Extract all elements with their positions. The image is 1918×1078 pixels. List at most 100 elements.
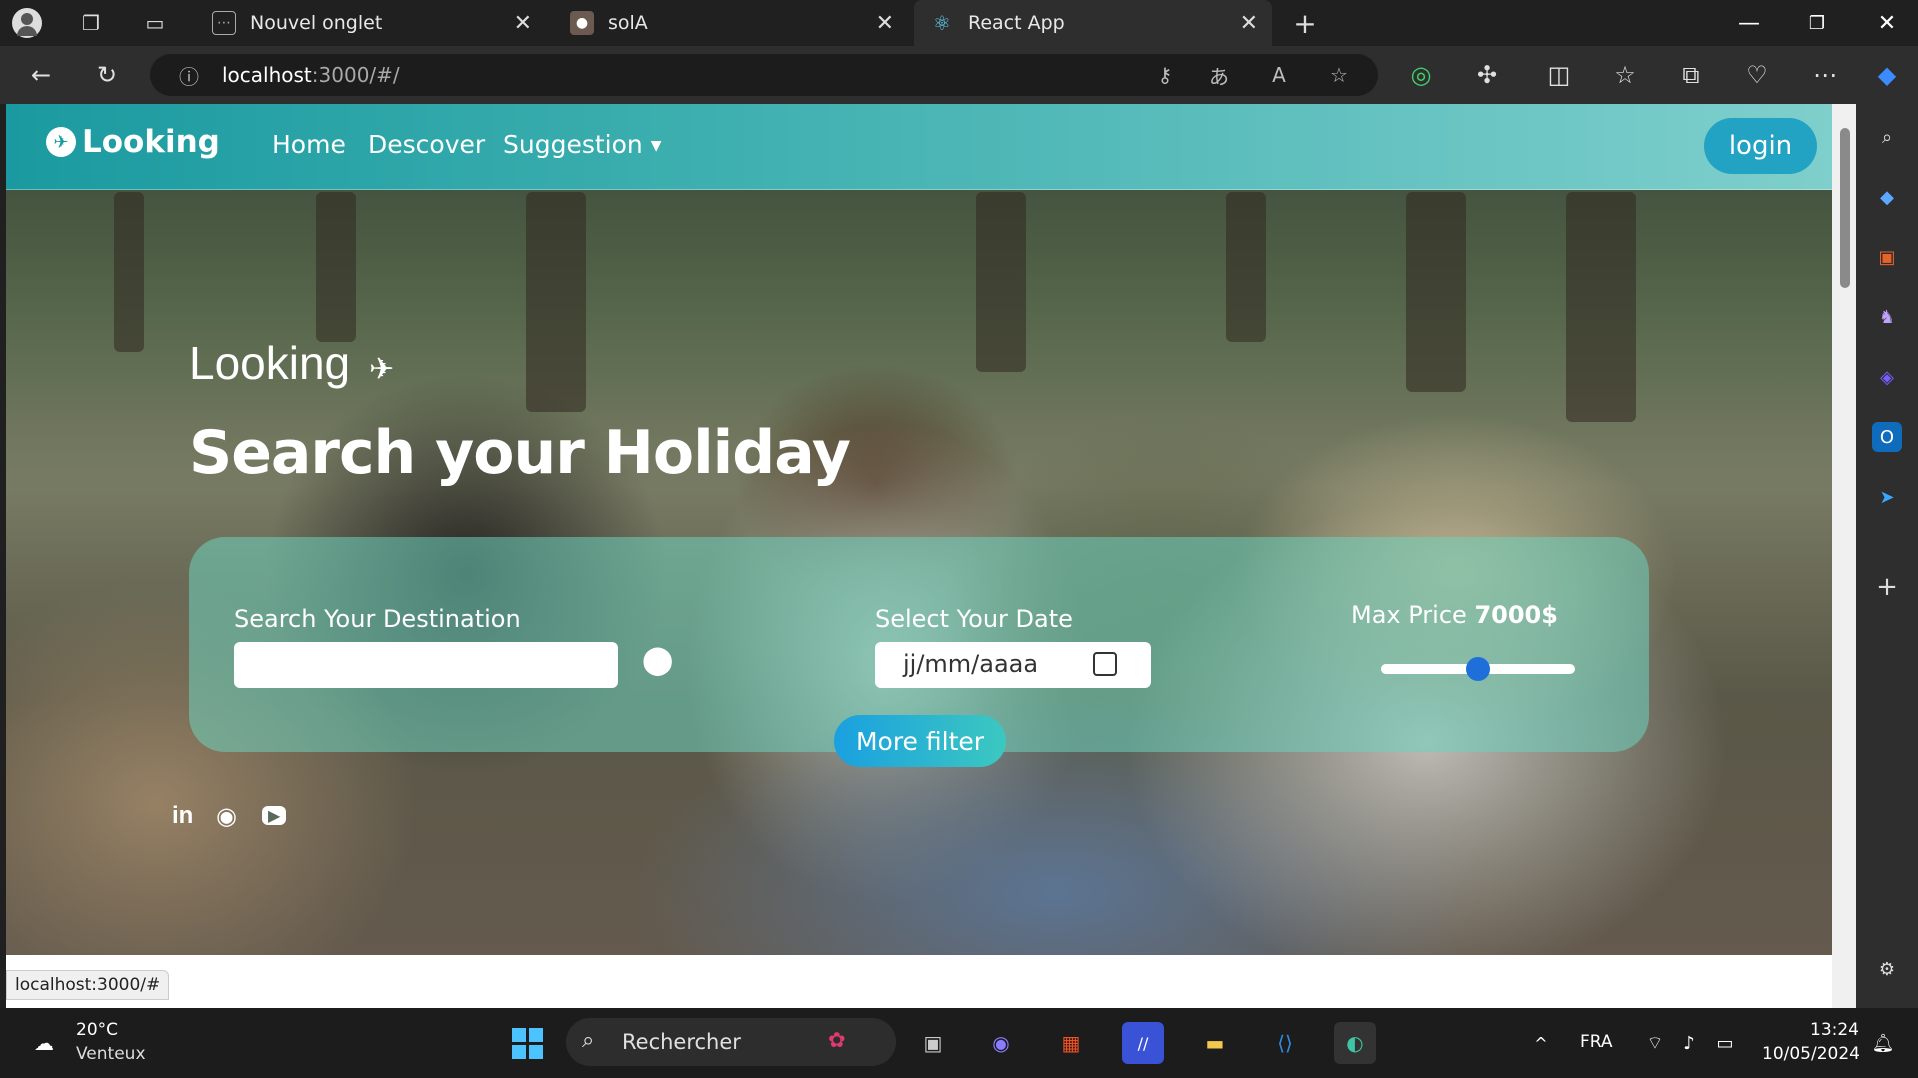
clock-date[interactable]: 10/05/2024 — [1762, 1044, 1860, 1064]
minimize-icon[interactable]: — — [1714, 0, 1784, 46]
search-icon[interactable]: ⌕ — [1872, 122, 1902, 152]
page-viewport: ✈ Looking Home Descover Suggestion ▼ log… — [6, 104, 1856, 1008]
date-input[interactable]: jj/mm/aaaa — [875, 642, 1151, 688]
back-icon[interactable]: ← — [22, 56, 60, 94]
search-highlight-icon: ✿ — [828, 1028, 846, 1052]
caret-down-icon: ▼ — [650, 138, 662, 154]
new-tab-plus-icon[interactable]: + — [1288, 6, 1322, 40]
nav-discover[interactable]: Descover — [368, 130, 485, 159]
vscode-icon[interactable]: ⟨⟩ — [1264, 1022, 1306, 1064]
file-explorer-icon[interactable]: ▬ — [1194, 1022, 1236, 1064]
browser-essentials-icon[interactable]: ♡ — [1738, 56, 1776, 94]
destination-label: Search Your Destination — [234, 605, 521, 633]
split-screen-icon[interactable]: ◫ — [1540, 56, 1578, 94]
nav-home[interactable]: Home — [272, 130, 346, 159]
nav-suggestion-label: Suggestion — [503, 130, 643, 159]
site-navbar: ✈ Looking Home Descover Suggestion ▼ log… — [6, 104, 1832, 190]
globe-icon: ✈ — [46, 127, 76, 157]
brand-logo[interactable]: ✈ Looking — [46, 124, 220, 160]
url-text: localhost:3000/#/ — [222, 63, 400, 87]
taskbar-search[interactable]: ⌕ Rechercher ✿ — [566, 1018, 896, 1066]
tab-title: Nouvel onglet — [250, 12, 383, 34]
favorite-star-icon[interactable]: ☆ — [1324, 60, 1354, 90]
more-menu-icon[interactable]: ⋯ — [1806, 56, 1844, 94]
login-button[interactable]: login — [1704, 118, 1817, 174]
send-icon[interactable]: ➤ — [1872, 482, 1902, 512]
windows-taskbar: ☁ 20°C Venteux ⌕ Rechercher ✿ ▣ ◉ ▦ // ▬… — [0, 1008, 1918, 1078]
notification-bell-icon[interactable]: 🔔︎ — [1862, 1022, 1904, 1064]
tag-icon[interactable]: ◆ — [1872, 182, 1902, 212]
tab-sola[interactable]: ● solA ✕ — [554, 0, 908, 46]
scrollbar-thumb[interactable] — [1840, 128, 1850, 288]
tab-new-tab[interactable]: ⋯ Nouvel onglet ✕ — [196, 0, 546, 46]
weather-icon[interactable]: ☁ — [24, 1022, 64, 1064]
price-slider[interactable] — [1381, 657, 1575, 681]
edge-sidebar: ⌕ ◆ ▣ ♞ ◈ O ➤ + ⚙ — [1856, 104, 1918, 1008]
weather-desc: Venteux — [76, 1044, 146, 1064]
plane-icon: ✈ — [369, 352, 395, 387]
teams-icon[interactable]: ◉ — [980, 1022, 1022, 1064]
games-icon[interactable]: ♞ — [1872, 302, 1902, 332]
windows-start-icon[interactable] — [506, 1022, 548, 1064]
close-tab-icon[interactable]: ✕ — [1240, 11, 1258, 36]
close-window-icon[interactable]: ✕ — [1852, 0, 1918, 46]
refresh-icon[interactable]: ↻ — [88, 56, 126, 94]
app-icon[interactable]: // — [1122, 1022, 1164, 1064]
destination-input[interactable] — [234, 642, 618, 688]
hero-headline: Search your Holiday — [189, 418, 851, 488]
language-indicator[interactable]: FRA — [1580, 1032, 1613, 1052]
nav-suggestion[interactable]: Suggestion ▼ — [503, 130, 661, 159]
tab-title: solA — [608, 12, 648, 34]
youtube-icon[interactable]: ▶ — [262, 806, 287, 825]
copilot-sidebar-icon[interactable]: ◈ — [1872, 362, 1902, 392]
task-view-icon[interactable]: ▣ — [912, 1022, 954, 1064]
profile-icon[interactable] — [10, 6, 44, 40]
read-aloud-icon[interactable]: A — [1264, 60, 1294, 90]
browser-toolbar: ← ↻ ⓘ localhost:3000/#/ ⚷ あ A ☆ ◎ ✣ ◫ ☆ … — [0, 46, 1918, 104]
toolbox-icon[interactable]: ▣ — [1872, 242, 1902, 272]
more-filter-button[interactable]: More filter — [834, 715, 1006, 767]
tab-react-app[interactable]: ⚛ React App ✕ — [914, 0, 1272, 46]
search-panel: Search Your Destination ⬤ Select Your Da… — [189, 537, 1649, 767]
search-glass-icon: ⌕ — [582, 1028, 595, 1053]
restore-icon[interactable]: ❐ — [1782, 0, 1852, 46]
outlook-icon[interactable]: O — [1872, 422, 1902, 452]
favorites-icon[interactable]: ☆ — [1606, 56, 1644, 94]
add-sidebar-icon[interactable]: + — [1872, 572, 1902, 602]
page-scrollbar[interactable] — [1832, 104, 1856, 1008]
copilot-icon[interactable]: ◆ — [1868, 56, 1906, 94]
linkedin-icon[interactable]: in — [172, 802, 193, 830]
translate-icon[interactable]: あ — [1204, 60, 1234, 90]
collections-toolbar-icon[interactable]: ⧉ — [1672, 56, 1710, 94]
background-photo — [114, 192, 144, 352]
max-price-value: 7000$ — [1474, 601, 1558, 629]
close-tab-icon[interactable]: ✕ — [514, 11, 532, 36]
tray-expand-icon[interactable]: ^ — [1520, 1022, 1562, 1064]
extension-circle-icon[interactable]: ◎ — [1402, 56, 1440, 94]
tab-actions-icon[interactable]: ▭ — [138, 6, 172, 40]
browser-titlebar: ❐ ▭ ⋯ Nouvel onglet ✕ ● solA ✕ ⚛ React A… — [0, 0, 1918, 46]
edge-icon[interactable]: ◐ — [1334, 1022, 1376, 1064]
url-host: localhost — [222, 63, 312, 87]
date-label: Select Your Date — [875, 605, 1073, 633]
price-slider-thumb[interactable] — [1466, 657, 1490, 681]
date-placeholder: jj/mm/aaaa — [903, 650, 1039, 678]
collections-icon[interactable]: ❐ — [74, 6, 108, 40]
weather-temp: 20°C — [76, 1020, 119, 1040]
close-tab-icon[interactable]: ✕ — [876, 11, 894, 36]
react-icon: ⚛ — [933, 11, 951, 35]
extensions-icon[interactable]: ✣ — [1468, 56, 1506, 94]
github-icon[interactable]: ◉ — [216, 802, 237, 830]
address-bar[interactable]: ⓘ localhost:3000/#/ ⚷ あ A ☆ — [150, 54, 1378, 96]
avatar-icon: ● — [570, 11, 594, 35]
hero-kicker: Looking — [189, 337, 351, 389]
settings-gear-icon[interactable]: ⚙ — [1872, 954, 1902, 984]
clock-time[interactable]: 13:24 — [1810, 1020, 1859, 1040]
new-tab-icon: ⋯ — [212, 11, 236, 35]
battery-icon[interactable]: ▭ — [1704, 1022, 1746, 1064]
site-info-icon[interactable]: ⓘ — [174, 60, 204, 90]
hero-section: ✈ Looking Home Descover Suggestion ▼ log… — [6, 104, 1832, 955]
key-icon[interactable]: ⚷ — [1150, 60, 1180, 90]
calendar-icon[interactable] — [1093, 652, 1117, 676]
microsoft-store-icon[interactable]: ▦ — [1050, 1022, 1092, 1064]
